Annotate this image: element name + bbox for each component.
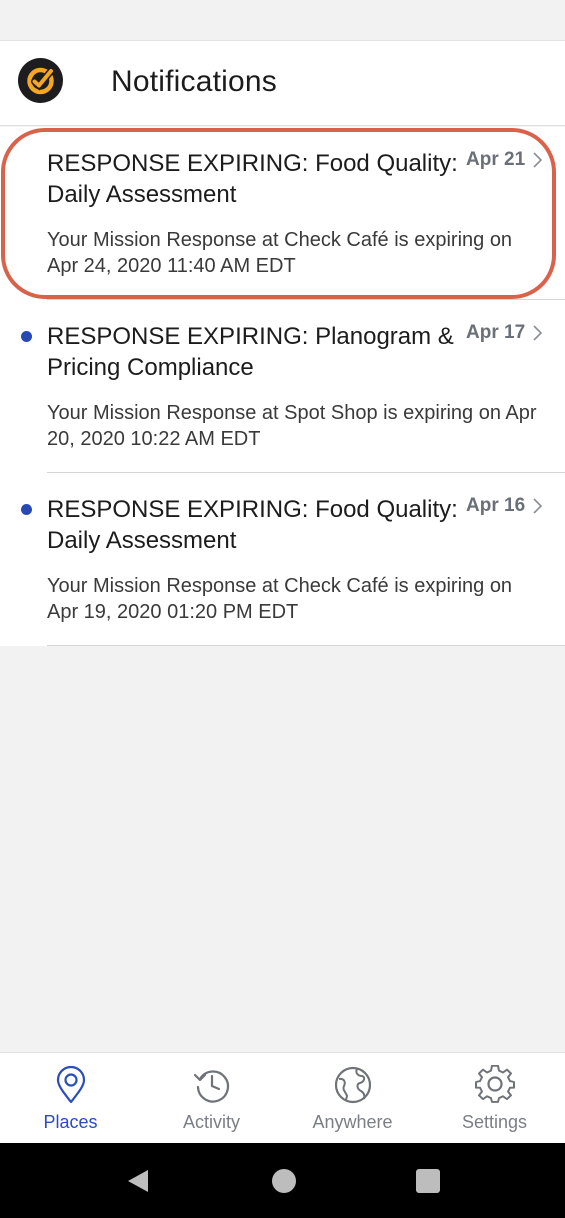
divider — [47, 645, 565, 646]
notification-body: Your Mission Response at Check Café is e… — [47, 575, 513, 623]
tab-label: Settings — [461, 1112, 528, 1132]
status-bar — [0, 0, 565, 40]
map-pin-icon — [56, 1065, 85, 1104]
tab-label: Anywhere — [312, 1112, 393, 1132]
globe-icon — [334, 1066, 371, 1104]
tab-label: Places — [43, 1112, 98, 1132]
notification-item[interactable]: RESPONSE EXPIRING: Planogram & Pricing C… — [0, 300, 565, 473]
notification-list: RESPONSE EXPIRING: Food Quality: Daily A… — [0, 127, 565, 646]
notification-item[interactable]: RESPONSE EXPIRING: Food Quality: Daily A… — [0, 127, 565, 300]
bottom-tab-bar: Places Activity Anywhere Settings — [0, 1052, 565, 1143]
chevron-right-icon — [533, 325, 543, 341]
notification-title: RESPONSE EXPIRING: Planogram & Pricing C… — [47, 323, 454, 381]
chevron-right-icon — [533, 498, 543, 514]
unread-dot — [21, 504, 32, 515]
unread-dot — [21, 331, 32, 342]
system-navigation-bar — [0, 1143, 565, 1218]
notification-body: Your Mission Response at Spot Shop is ex… — [47, 402, 537, 450]
notification-date: Apr 21 — [466, 149, 526, 170]
notification-title: RESPONSE EXPIRING: Food Quality: Daily A… — [47, 496, 458, 554]
notification-title: RESPONSE EXPIRING: Food Quality: Daily A… — [47, 150, 458, 208]
tab-settings[interactable]: Settings — [424, 1053, 565, 1144]
app-header: Notifications — [0, 40, 565, 126]
page-title: Notifications — [111, 65, 278, 98]
chevron-right-icon — [533, 152, 543, 168]
tab-activity[interactable]: Activity — [141, 1053, 282, 1144]
gear-icon — [474, 1065, 515, 1103]
home-circle-icon[interactable] — [270, 1167, 298, 1195]
notification-item[interactable]: RESPONSE EXPIRING: Food Quality: Daily A… — [0, 473, 565, 646]
notification-date: Apr 16 — [466, 495, 526, 516]
history-clock-icon — [193, 1070, 229, 1103]
back-triangle-icon[interactable] — [124, 1167, 152, 1195]
recents-square-icon[interactable] — [414, 1167, 442, 1195]
notification-body: Your Mission Response at Check Café is e… — [47, 229, 513, 277]
notification-date: Apr 17 — [466, 322, 526, 343]
checkmark-circle-logo-icon — [18, 58, 63, 103]
tab-anywhere[interactable]: Anywhere — [282, 1053, 423, 1144]
tab-label: Activity — [182, 1112, 240, 1132]
tab-places[interactable]: Places — [0, 1053, 141, 1144]
